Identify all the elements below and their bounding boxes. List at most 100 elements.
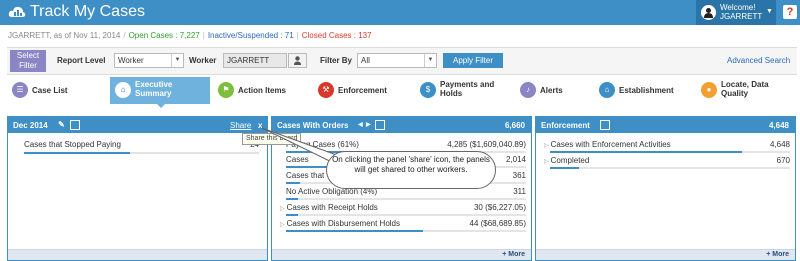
closed-cases-count: Closed Cases : 137 (301, 31, 372, 40)
app-title: Track My Cases (30, 3, 145, 20)
panel-footer: + More (272, 249, 531, 260)
open-cases-count: Open Cases : 7,227 (128, 31, 200, 40)
filter-by-value: All (361, 56, 370, 65)
report-level-label: Report Level (57, 56, 106, 65)
progress-track (286, 198, 526, 200)
nav-label: Action Items (238, 86, 287, 95)
section-nav: ☰ Case List ⌂ Executive Summary ⚑ Action… (7, 77, 800, 104)
progress-fill (550, 151, 742, 153)
row-label: Cases with Receipt Holds (286, 203, 378, 212)
help-button[interactable]: ? (783, 5, 797, 19)
nav-payments-holds[interactable]: $ Payments and Holds (415, 77, 515, 104)
row-label: Completed (550, 156, 590, 165)
list-item[interactable]: ▷ Completed 670 (544, 156, 790, 165)
advanced-search-link[interactable]: Advanced Search (727, 56, 790, 65)
chevron-down-icon: ▼ (171, 54, 183, 67)
bell-icon: ♪ (520, 82, 536, 98)
nav-label: Executive Summary (135, 80, 173, 98)
home-icon: ⌂ (115, 82, 131, 98)
table-icon[interactable] (375, 120, 385, 130)
progress-track (550, 167, 790, 169)
flag-icon: ⚑ (218, 82, 234, 98)
panel-dec-2014: Dec 2014 ✎ Share x Cases that Stopped Pa… (7, 116, 268, 261)
gavel-icon: ⚒ (318, 82, 334, 98)
more-link[interactable]: + More (502, 251, 525, 258)
filter-by-select[interactable]: All ▼ (357, 53, 437, 68)
expand-icon[interactable]: ▷ (544, 159, 549, 165)
panel-footer (8, 249, 267, 260)
progress-fill (286, 214, 298, 216)
divider: | (202, 31, 205, 40)
row-value: 361 (512, 171, 526, 180)
progress-track (286, 214, 526, 216)
divider: | (296, 31, 299, 40)
money-icon: $ (420, 82, 436, 98)
row-label: Cases (286, 155, 309, 164)
nav-enforcement[interactable]: ⚒ Enforcement (313, 77, 413, 104)
list-item[interactable]: ▷ Cases with Disbursement Holds 44 ($68,68… (280, 219, 526, 228)
panel-total: 4,648 (768, 121, 789, 130)
progress-track (24, 152, 259, 154)
row-value: 4,648 (769, 140, 790, 149)
table-icon[interactable] (70, 120, 80, 130)
chevron-right-icon[interactable]: ▶ (366, 121, 371, 128)
more-link[interactable]: + More (766, 251, 789, 258)
nav-locate-data-quality[interactable]: ● Locate, Data Quality (696, 77, 796, 104)
panel-header: Cases With Orders ◀ ▶ 6,660 (272, 117, 531, 133)
filter-by-label: Filter By (320, 56, 353, 65)
username: JGARRETT (720, 12, 763, 21)
nav-establishment[interactable]: ⌂ Establishment (594, 77, 694, 104)
list-item[interactable]: Paying Cases (61%) 4,285 ($1,609,040.89) (286, 140, 526, 149)
nav-alerts[interactable]: ♪ Alerts (515, 77, 600, 104)
row-label: Cases with Enforcement Activities (550, 140, 671, 149)
panel-header: Enforcement 4,648 (536, 117, 795, 133)
list-item[interactable]: ▷ Cases with Receipt Holds 30 ($6,227.05) (280, 203, 526, 212)
nav-executive-summary[interactable]: ⌂ Executive Summary (110, 77, 210, 104)
worker-lookup-button[interactable] (288, 53, 307, 68)
panel-title: Enforcement (541, 121, 590, 130)
bank-icon: ⌂ (599, 82, 615, 98)
list-item[interactable]: Cases that Stopped Paying 24 (24, 140, 259, 149)
welcome-label: Welcome! (720, 3, 756, 12)
nav-action-items[interactable]: ⚑ Action Items (213, 77, 313, 104)
progress-fill (286, 198, 298, 200)
user-menu[interactable]: Welcome! JGARRETT ▼ (696, 0, 776, 25)
row-label: Cases with Disbursement Holds (286, 219, 400, 228)
list-icon: ☰ (12, 82, 28, 98)
chevron-down-icon: ▼ (424, 54, 436, 67)
chevron-left-icon[interactable]: ◀ (358, 121, 363, 128)
row-value: 670 (776, 156, 790, 165)
table-icon[interactable] (600, 120, 610, 130)
share-tooltip: Share this board (242, 133, 302, 145)
row-label: Cases that Stopped Paying (24, 140, 121, 149)
worker-field[interactable]: JGARRETT (223, 53, 287, 68)
progress-fill (286, 230, 423, 232)
nav-label: Establishment (619, 86, 674, 95)
apply-filter-button[interactable]: Apply Filter (443, 53, 503, 68)
panel-header: Dec 2014 ✎ Share x (8, 117, 267, 133)
report-level-select[interactable]: Worker ▼ (114, 53, 184, 68)
row-value: 2,014 (505, 155, 526, 164)
list-item[interactable]: ▷ Cases with Enforcement Activities 4,648 (544, 140, 790, 149)
expand-icon[interactable]: ▷ (280, 222, 285, 228)
row-value: 30 ($6,227.05) (473, 203, 526, 212)
pin-icon: ● (701, 82, 717, 98)
panel-title: Dec 2014 (13, 121, 48, 130)
select-filter-button[interactable]: Select Filter (10, 50, 46, 72)
row-value: 44 ($68,689.85) (469, 219, 527, 228)
inactive-cases-count: Inactive/Suspended : 71 (207, 31, 294, 40)
nav-case-list[interactable]: ☰ Case List (7, 77, 107, 104)
worker-label: Worker (189, 56, 217, 65)
case-summary-line: JGARRETT, as of Nov 11, 2014/Open Cases … (8, 31, 372, 40)
nav-label: Payments and Holds (440, 80, 495, 98)
filter-bar: Select Filter Report Level Worker ▼ Work… (7, 47, 797, 75)
divider: / (123, 31, 126, 40)
expand-icon[interactable]: ▷ (280, 206, 285, 212)
callout-bubble: On clicking the panel 'share' icon, the … (326, 151, 496, 189)
expand-icon[interactable]: ▷ (544, 143, 549, 149)
pencil-icon[interactable]: ✎ (58, 120, 65, 129)
share-link[interactable]: Share (230, 121, 251, 130)
progress-fill (24, 152, 130, 154)
close-button[interactable]: x (258, 121, 262, 130)
nav-label: Alerts (540, 86, 563, 95)
